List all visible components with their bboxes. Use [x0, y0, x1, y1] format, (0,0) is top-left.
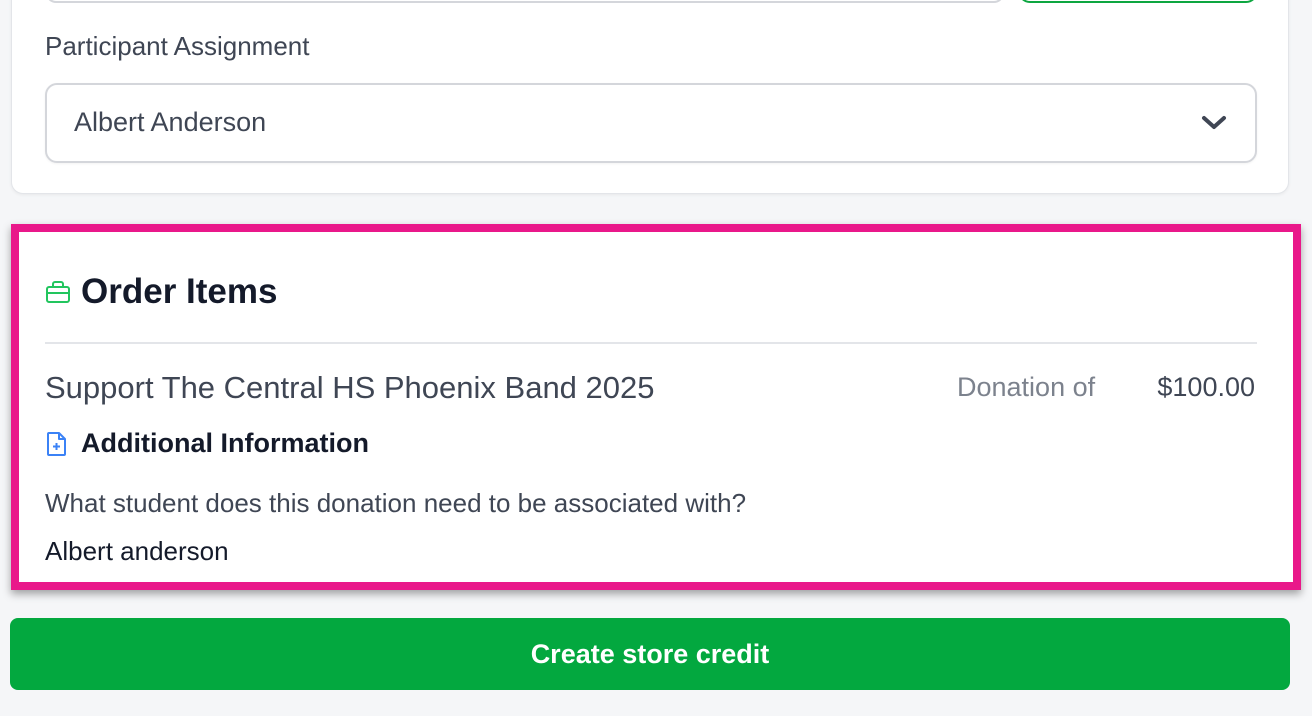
participant-assignment-label: Participant Assignment	[45, 31, 310, 61]
participant-select[interactable]: Albert Anderson	[45, 83, 1257, 163]
page: Participant Assignment Albert Anderson O…	[0, 0, 1312, 716]
divider	[45, 342, 1257, 344]
additional-info-question: What student does this donation need to …	[45, 488, 747, 518]
shopping-bag-icon	[46, 281, 70, 303]
document-plus-icon	[47, 431, 66, 456]
chevron-down-icon	[1202, 116, 1226, 129]
additional-info-header: Additional Information	[45, 428, 369, 459]
previous-input-field[interactable]	[46, 0, 1004, 3]
order-items-header: Order Items	[45, 272, 277, 312]
additional-info-title: Additional Information	[81, 428, 369, 458]
participant-select-value: Albert Anderson	[74, 107, 267, 137]
additional-info-answer: Albert anderson	[45, 536, 229, 566]
participant-card: Participant Assignment Albert Anderson	[11, 0, 1289, 194]
order-item-type-label: Donation of	[957, 372, 1096, 402]
order-item-price: $100.00	[1157, 372, 1255, 402]
order-items-card: Order Items Support The Central HS Phoen…	[11, 224, 1301, 590]
previous-green-button[interactable]	[1018, 0, 1258, 3]
create-store-credit-button[interactable]: Create store credit	[10, 618, 1290, 690]
order-item-name: Support The Central HS Phoenix Band 2025	[45, 370, 655, 405]
order-items-title: Order Items	[81, 272, 278, 311]
